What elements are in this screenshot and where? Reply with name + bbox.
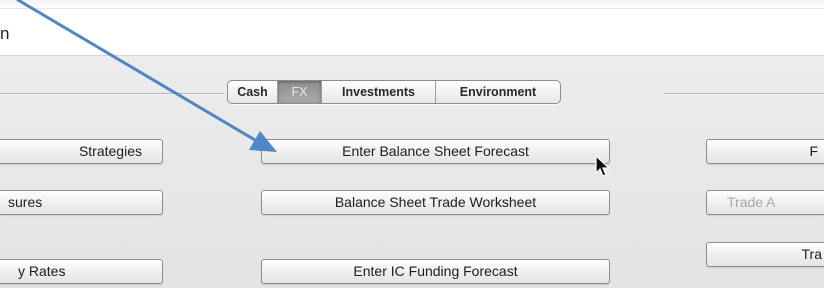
enter-ic-funding-forecast-button[interactable]: Enter IC Funding Forecast xyxy=(261,259,610,284)
tab-cash[interactable]: Cash xyxy=(228,81,278,103)
rates-button[interactable]: y Rates xyxy=(0,259,163,284)
tab-fx[interactable]: FX xyxy=(278,81,322,103)
exposures-button[interactable]: sures xyxy=(0,190,163,215)
strategies-button[interactable]: Strategies xyxy=(0,139,163,164)
panel-divider-left xyxy=(0,93,224,95)
window-top-area: n xyxy=(0,0,824,55)
enter-balance-sheet-forecast-button[interactable]: Enter Balance Sheet Forecast xyxy=(261,139,610,164)
cropped-label: n xyxy=(0,24,10,43)
module-tab-control: Cash FX Investments Environment xyxy=(227,80,561,104)
trade-button[interactable]: Tra xyxy=(706,242,824,267)
mouse-cursor-icon xyxy=(595,155,611,177)
tab-investments[interactable]: Investments xyxy=(322,81,436,103)
panel-divider-right xyxy=(664,93,824,95)
balance-sheet-trade-worksheet-button[interactable]: Balance Sheet Trade Worksheet xyxy=(261,190,610,215)
right-f-button[interactable]: F xyxy=(706,139,824,164)
window-edge xyxy=(0,0,824,9)
trade-approval-button[interactable]: Trade A xyxy=(706,190,824,215)
tab-environment[interactable]: Environment xyxy=(436,81,560,103)
